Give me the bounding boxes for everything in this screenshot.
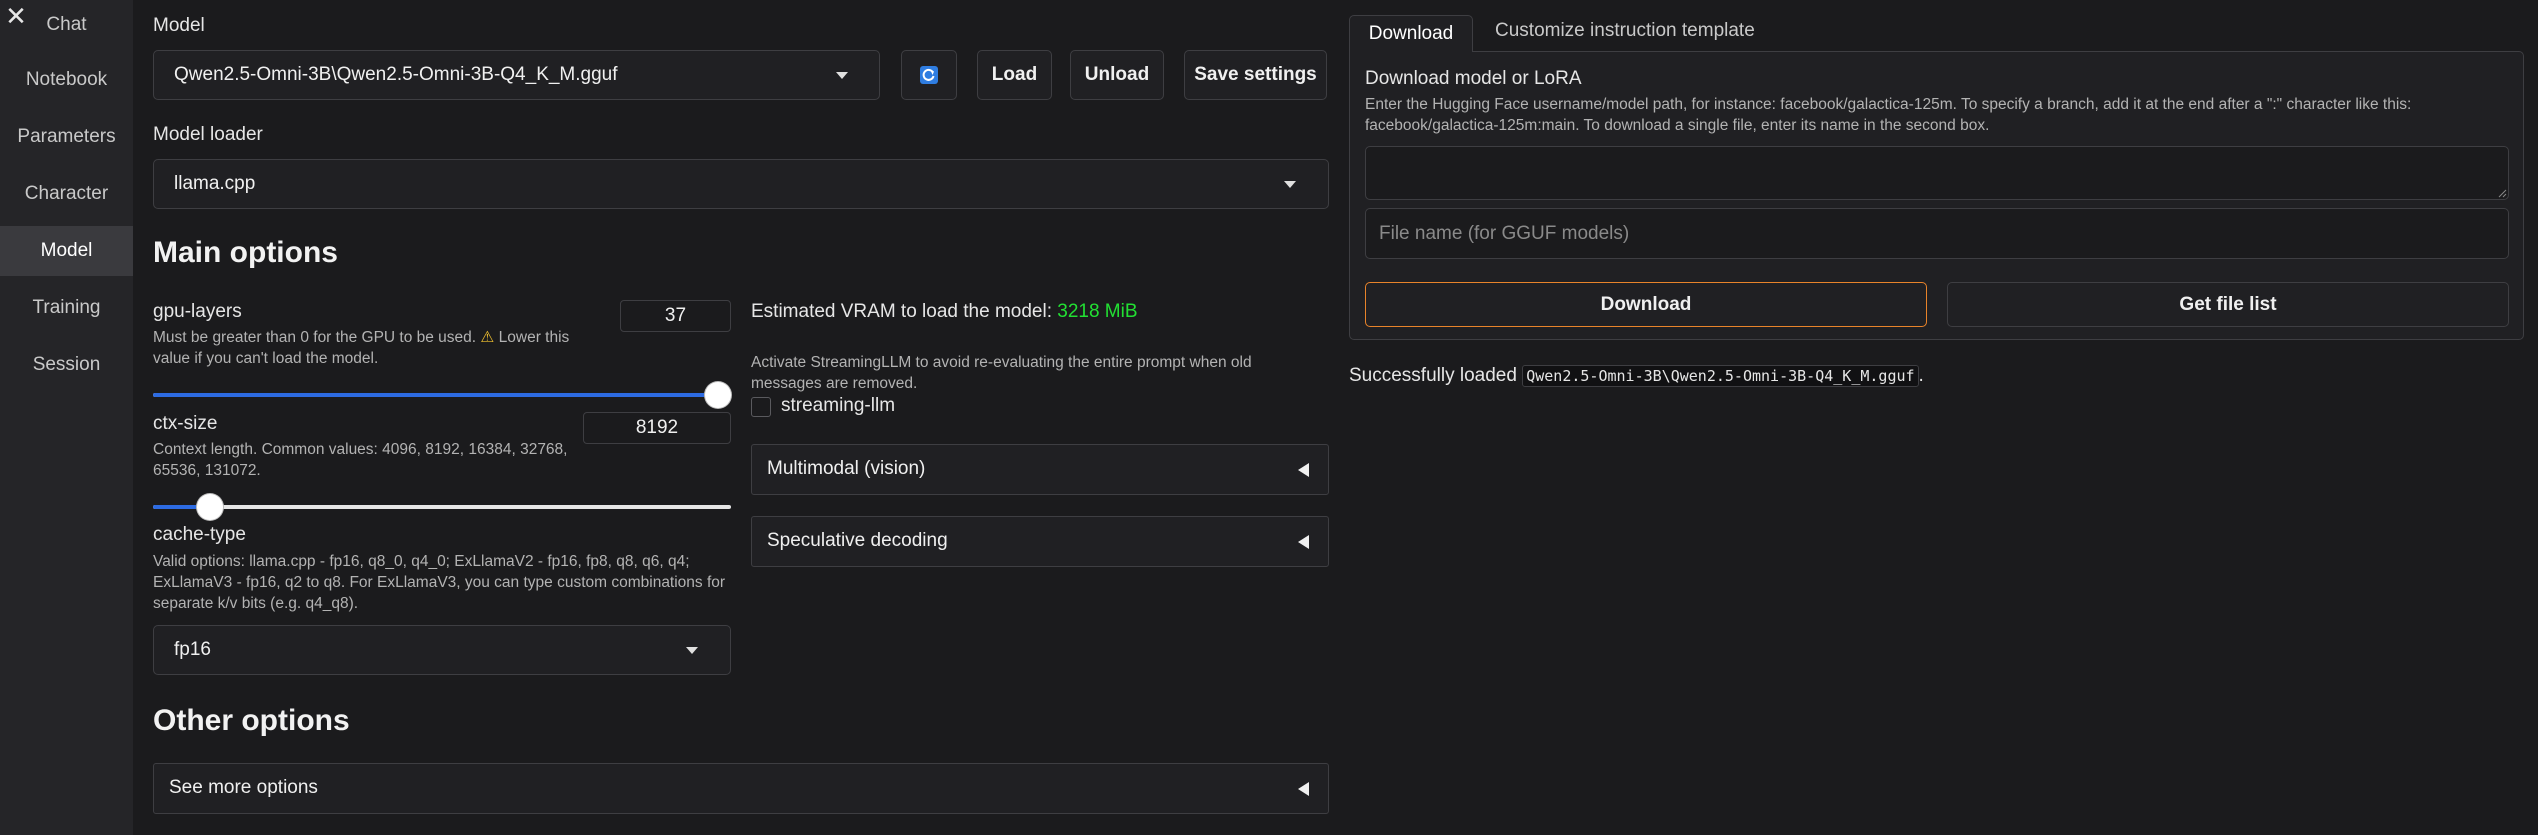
resize-grip-icon <box>2498 189 2507 198</box>
tab-download[interactable]: Download <box>1349 15 1473 52</box>
download-button[interactable]: Download <box>1365 282 1927 327</box>
model-loader-label: Model loader <box>153 124 263 145</box>
gpu-layers-hint: Must be greater than 0 for the GPU to be… <box>153 329 570 367</box>
repo-input[interactable] <box>1365 146 2509 200</box>
ctx-size-hint: Context length. Common values: 4096, 819… <box>153 441 568 479</box>
model-loader-select[interactable]: llama.cpp <box>153 159 1329 209</box>
refresh-icon <box>920 66 938 84</box>
multimodal-accordion-title: Multimodal (vision) <box>767 458 926 479</box>
cache-type-hint: Valid options: llama.cpp - fp16, q8_0, q… <box>153 553 726 612</box>
ctx-size-slider[interactable] <box>153 494 731 520</box>
ctx-size-slider-thumb[interactable] <box>197 494 224 520</box>
model-loader-value: llama.cpp <box>174 173 256 194</box>
speculative-accordion[interactable]: Speculative decoding <box>751 516 1329 567</box>
collapse-triangle-icon <box>1298 782 1309 796</box>
sidebar-item-training[interactable]: Training <box>0 283 133 333</box>
download-title: Download model or LoRA <box>1365 68 1582 89</box>
status-suffix: . <box>1918 365 1924 386</box>
status-prefix: Successfully loaded <box>1349 365 1517 386</box>
sidebar-item-character[interactable]: Character <box>0 169 133 219</box>
collapse-triangle-icon <box>1298 463 1309 477</box>
sidebar-item-chat[interactable]: Chat <box>0 0 133 50</box>
model-label: Model <box>153 15 205 36</box>
vram-estimate: Estimated VRAM to load the model: 3218 M… <box>751 301 1138 323</box>
sidebar-item-notebook[interactable]: Notebook <box>0 55 133 105</box>
main-options-title: Main options <box>153 236 338 269</box>
model-select[interactable]: Qwen2.5-Omni-3B\Qwen2.5-Omni-3B-Q4_K_M.g… <box>153 50 880 100</box>
gpu-layers-label: gpu-layers <box>153 301 242 322</box>
streaming-hint: Activate StreamingLLM to avoid re-evalua… <box>751 354 1252 392</box>
model-select-value: Qwen2.5-Omni-3B\Qwen2.5-Omni-3B-Q4_K_M.g… <box>174 64 618 85</box>
refresh-button[interactable] <box>901 50 957 100</box>
see-more-options-accordion[interactable]: See more options <box>153 763 1329 814</box>
gpu-layers-slider-fill <box>153 393 718 397</box>
vram-label: Estimated VRAM to load the model: <box>751 301 1052 322</box>
file-name-input[interactable] <box>1365 208 2509 259</box>
gpu-layers-input[interactable]: 37 <box>620 300 731 332</box>
sidebar-item-parameters[interactable]: Parameters <box>0 112 133 162</box>
ctx-size-input[interactable]: 8192 <box>583 412 731 444</box>
chevron-down-icon <box>1284 181 1296 188</box>
status-filename: Qwen2.5-Omni-3B\Qwen2.5-Omni-3B-Q4_K_M.g… <box>1522 365 1919 387</box>
cache-type-label: cache-type <box>153 524 246 545</box>
multimodal-accordion[interactable]: Multimodal (vision) <box>751 444 1329 495</box>
cache-type-value: fp16 <box>174 639 211 660</box>
streaming-llm-label[interactable]: streaming-llm <box>781 395 895 417</box>
load-button[interactable]: Load <box>977 50 1052 100</box>
unload-button[interactable]: Unload <box>1070 50 1164 100</box>
ctx-size-label: ctx-size <box>153 413 218 434</box>
other-options-title: Other options <box>153 704 350 737</box>
save-settings-button[interactable]: Save settings <box>1184 50 1327 100</box>
gpu-layers-slider[interactable] <box>153 382 731 408</box>
sidebar-item-session[interactable]: Session <box>0 340 133 390</box>
sidebar-item-model[interactable]: Model <box>0 226 133 276</box>
collapse-triangle-icon <box>1298 535 1309 549</box>
get-file-list-button[interactable]: Get file list <box>1947 282 2509 327</box>
sidebar: ✕ Chat Notebook Parameters Character Mod… <box>0 0 133 835</box>
download-hint: Enter the Hugging Face username/model pa… <box>1365 96 2412 134</box>
gpu-layers-slider-thumb[interactable] <box>705 382 731 408</box>
warning-icon: ⚠ <box>480 329 495 346</box>
speculative-accordion-title: Speculative decoding <box>767 530 948 551</box>
tab-customize-instruction-template[interactable]: Customize instruction template <box>1495 20 1755 42</box>
cache-type-select[interactable]: fp16 <box>153 625 731 675</box>
vram-value: 3218 MiB <box>1057 301 1138 322</box>
download-panel: Download model or LoRA Enter the Hugging… <box>1349 51 2524 340</box>
chevron-down-icon <box>836 72 848 79</box>
status-message: Successfully loaded Qwen2.5-Omni-3B\Qwen… <box>1349 365 1924 387</box>
streaming-llm-checkbox[interactable] <box>751 397 771 417</box>
chevron-down-icon <box>686 647 698 654</box>
see-more-options-title: See more options <box>169 777 318 798</box>
